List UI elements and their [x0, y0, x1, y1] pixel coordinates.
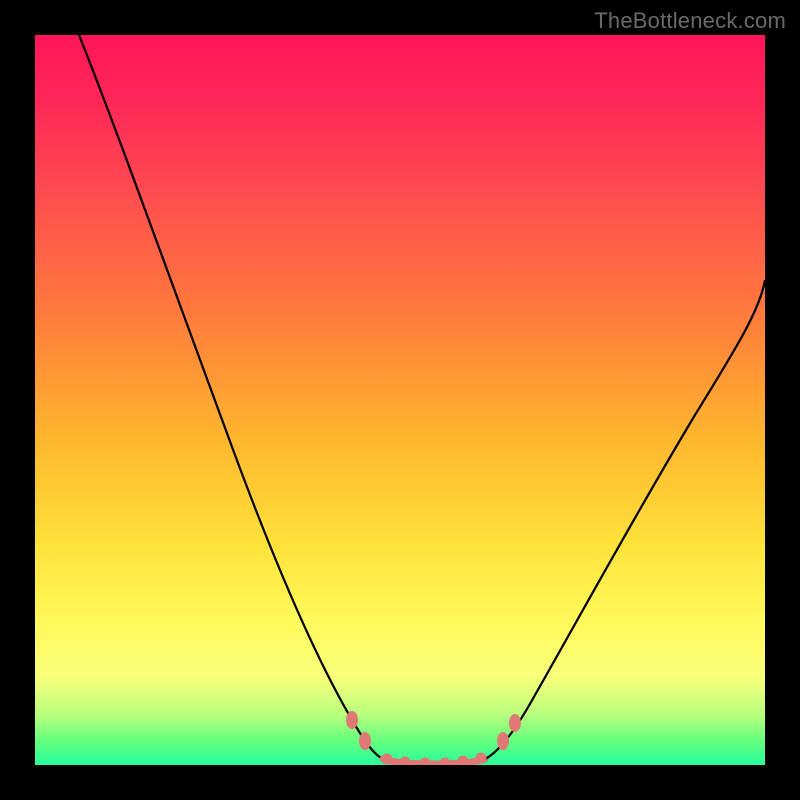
- marker-dots: [346, 711, 521, 765]
- plot-area: [35, 35, 765, 765]
- curve-valley-floor: [383, 759, 485, 764]
- curve-right-arm: [485, 280, 765, 759]
- chart-frame: TheBottleneck.com: [0, 0, 800, 800]
- watermark-text: TheBottleneck.com: [594, 8, 786, 34]
- chart-svg: [35, 35, 765, 765]
- curve-left-arm: [79, 35, 383, 759]
